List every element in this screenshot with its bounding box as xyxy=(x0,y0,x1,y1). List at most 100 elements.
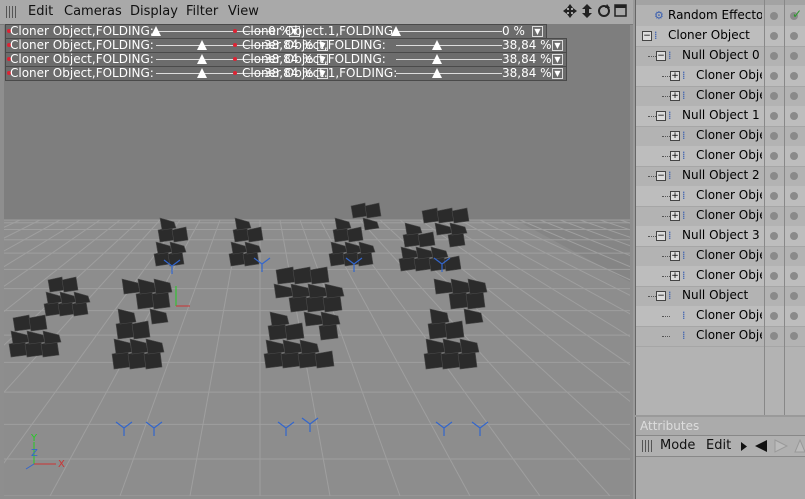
visibility-dot-icon[interactable] xyxy=(770,212,778,220)
visibility-dot-icon[interactable] xyxy=(790,52,798,60)
visibility-dot-icon[interactable] xyxy=(770,272,778,280)
tree-row[interactable]: +⁞ Cloner Object xyxy=(636,126,805,147)
hud-slider-right-2[interactable]: Cloner Object,FOLDING: 38,84 % ▼ xyxy=(232,52,566,66)
slider-handle-icon[interactable] xyxy=(432,40,443,50)
viewport[interactable]: Edit Cameras Display Filter View Y Z X C… xyxy=(0,0,633,499)
menu-view[interactable]: View xyxy=(228,4,259,19)
visibility-dot-icon[interactable] xyxy=(770,172,778,180)
visibility-dot-icon[interactable] xyxy=(790,252,798,260)
chevron-down-icon[interactable]: ▼ xyxy=(552,40,563,51)
visibility-dot-icon[interactable] xyxy=(770,252,778,260)
tree-row[interactable]: +⁞ Cloner Object xyxy=(636,186,805,207)
tree-row[interactable]: +⁞ Cloner Object xyxy=(636,246,805,267)
collapse-icon[interactable]: − xyxy=(642,31,652,41)
hud-slider-left-2[interactable]: Cloner Object,FOLDING: 38,84 % ▼ xyxy=(6,52,328,66)
visibility-dot-icon[interactable] xyxy=(770,112,778,120)
play-icon[interactable] xyxy=(740,442,748,451)
visibility-dot-icon[interactable] xyxy=(770,332,778,340)
tree-row[interactable]: ⚙ Random Effector ✓ xyxy=(636,6,805,27)
collapse-icon[interactable]: − xyxy=(656,291,666,301)
hud-slider-right-1[interactable]: Cloner Object,FOLDING: 38,84 % ▼ xyxy=(232,38,566,52)
chevron-down-icon[interactable]: ▼ xyxy=(552,68,563,79)
expand-icon[interactable]: + xyxy=(670,211,680,221)
hud-slider-left-1[interactable]: Cloner Object,FOLDING: 38,84 % ▼ xyxy=(6,38,328,52)
tree-row[interactable]: − ⁞ Cloner Object xyxy=(636,26,805,47)
move-icon[interactable] xyxy=(563,4,577,18)
menu-cameras[interactable]: Cameras xyxy=(64,4,122,19)
slider-handle-icon[interactable] xyxy=(432,54,443,64)
visibility-dot-icon[interactable] xyxy=(770,12,778,20)
expand-icon[interactable]: + xyxy=(670,131,680,141)
arrow-left-icon[interactable] xyxy=(754,439,768,453)
tree-row[interactable]: +⁞ Cloner Object xyxy=(636,206,805,227)
visibility-dot-icon[interactable] xyxy=(770,232,778,240)
expand-icon[interactable]: + xyxy=(670,271,680,281)
tree-row[interactable]: − ⁞ Null Object xyxy=(636,286,805,307)
visibility-dot-icon[interactable] xyxy=(790,32,798,40)
chevron-down-icon[interactable]: ▼ xyxy=(532,26,543,37)
visibility-dot-icon[interactable] xyxy=(770,92,778,100)
attributes-edit-menu[interactable]: Edit xyxy=(706,438,731,453)
collapse-icon[interactable]: − xyxy=(656,111,666,121)
slider-handle-icon[interactable] xyxy=(151,26,161,36)
tree-row[interactable]: − ⁞ Null Object 3 xyxy=(636,226,805,247)
collapse-icon[interactable]: − xyxy=(656,231,666,241)
rotate-icon[interactable] xyxy=(597,4,611,18)
hud-slider-right-3[interactable]: Cloner Object.1,FOLDING: 38,84 % ▼ xyxy=(232,66,566,80)
hud-slider-right-0[interactable]: Cloner Object.1,FOLDING: 0 % ▼ xyxy=(232,24,546,38)
tree-row[interactable]: +⁞ Cloner Object xyxy=(636,146,805,167)
visibility-dot-icon[interactable] xyxy=(770,292,778,300)
expand-icon[interactable]: + xyxy=(670,251,680,261)
visibility-dot-icon[interactable] xyxy=(770,52,778,60)
menu-display[interactable]: Display xyxy=(130,4,178,19)
pan-icon[interactable] xyxy=(581,4,593,18)
tree-row[interactable]: +⁞ Cloner Object xyxy=(636,66,805,87)
visibility-dot-icon[interactable] xyxy=(770,152,778,160)
visibility-dot-icon[interactable] xyxy=(790,332,798,340)
expand-icon[interactable]: + xyxy=(670,71,680,81)
collapse-icon[interactable]: − xyxy=(656,171,666,181)
arrow-up-icon[interactable] xyxy=(794,439,805,453)
visibility-dot-icon[interactable] xyxy=(790,172,798,180)
visibility-dot-icon[interactable] xyxy=(790,152,798,160)
hud-slider-left-3[interactable]: Cloner Object,FOLDING: 38,84 % ▼ xyxy=(6,66,328,80)
slider-handle-icon[interactable] xyxy=(391,26,401,36)
visibility-dot-icon[interactable] xyxy=(770,192,778,200)
visibility-dot-icon[interactable] xyxy=(770,132,778,140)
visibility-dot-icon[interactable] xyxy=(770,312,778,320)
visibility-dot-icon[interactable] xyxy=(790,92,798,100)
visibility-dot-icon[interactable] xyxy=(790,312,798,320)
slider-handle-icon[interactable] xyxy=(196,68,207,78)
expand-icon[interactable]: + xyxy=(670,191,680,201)
attributes-mode-menu[interactable]: Mode xyxy=(660,438,695,453)
slider-handle-icon[interactable] xyxy=(196,54,207,64)
slider-handle-icon[interactable] xyxy=(432,68,443,78)
slider-handle-icon[interactable] xyxy=(196,40,207,50)
tree-row[interactable]: +⁞ Cloner Object xyxy=(636,266,805,287)
tree-row[interactable]: ⁞ Cloner Object xyxy=(636,306,805,327)
visibility-dot-icon[interactable] xyxy=(790,132,798,140)
visibility-dot-icon[interactable] xyxy=(770,32,778,40)
menu-filter[interactable]: Filter xyxy=(186,4,218,19)
collapse-icon[interactable]: − xyxy=(656,51,666,61)
enabled-check-icon[interactable]: ✓ xyxy=(792,7,802,21)
maximize-icon[interactable] xyxy=(614,4,627,17)
hud-slider-left-0[interactable]: Cloner Object,FOLDING: 0 % ▼ xyxy=(6,24,300,38)
chevron-down-icon[interactable]: ▼ xyxy=(552,54,563,65)
tree-row[interactable]: − ⁞ Null Object 2 xyxy=(636,166,805,187)
menu-edit[interactable]: Edit xyxy=(28,4,53,19)
visibility-dot-icon[interactable] xyxy=(770,72,778,80)
visibility-dot-icon[interactable] xyxy=(790,272,798,280)
tree-row[interactable]: − ⁞ Null Object 0 xyxy=(636,46,805,67)
arrow-right-icon[interactable] xyxy=(774,439,788,453)
visibility-dot-icon[interactable] xyxy=(790,192,798,200)
tree-row[interactable]: − ⁞ Null Object 1 xyxy=(636,106,805,127)
expand-icon[interactable]: + xyxy=(670,151,680,161)
tree-row[interactable]: +⁞ Cloner Object xyxy=(636,86,805,107)
visibility-dot-icon[interactable] xyxy=(790,112,798,120)
visibility-dot-icon[interactable] xyxy=(790,232,798,240)
visibility-dot-icon[interactable] xyxy=(790,72,798,80)
tree-row[interactable]: ⁞ Cloner Object xyxy=(636,326,805,347)
3d-scene[interactable]: Y Z X xyxy=(4,24,630,496)
visibility-dot-icon[interactable] xyxy=(790,212,798,220)
